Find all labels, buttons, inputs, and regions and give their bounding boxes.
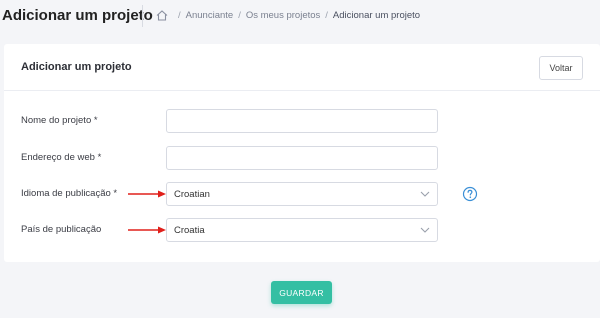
card-header: Adicionar um projeto Voltar [4,44,600,91]
web-address-row: Endereço de web * [4,146,600,170]
header-divider [142,5,143,27]
page-title: Adicionar um projeto [2,7,153,24]
publication-country-label: País de publicação [21,224,102,235]
web-address-label: Endereço de web * [21,152,102,163]
breadcrumb-anunciante[interactable]: Anunciante [186,10,234,21]
chevron-down-icon [420,191,430,197]
breadcrumb-my-projects[interactable]: Os meus projetos [246,10,320,21]
question-circle-icon[interactable] [462,186,478,202]
home-icon[interactable] [156,10,168,21]
publication-language-select[interactable]: Croatian [166,182,438,206]
publication-country-row: País de publicação Croatia [4,218,600,242]
back-button[interactable]: Voltar [539,56,583,80]
breadcrumb: / Anunciante / Os meus projetos / Adicio… [156,10,420,21]
breadcrumb-separator: / [238,10,241,21]
annotation-arrow-icon [127,189,167,199]
chevron-down-icon [420,227,430,233]
breadcrumb-current: Adicionar um projeto [332,10,421,21]
breadcrumb-separator: / [178,10,181,21]
publication-language-value: Croatian [174,188,210,200]
card-title: Adicionar um projeto [21,61,132,73]
save-button[interactable]: GUARDAR [271,281,332,304]
web-address-input[interactable] [166,146,438,170]
project-form-card: Adicionar um projeto Voltar Nome do proj… [4,44,600,262]
publication-language-row: Idioma de publicação * Croatian [4,182,600,206]
project-name-label: Nome do projeto * [21,115,98,126]
annotation-arrow-icon [127,225,167,235]
top-bar: Adicionar um projeto / Anunciante / Os m… [0,0,600,34]
publication-country-select[interactable]: Croatia [166,218,438,242]
project-name-input[interactable] [166,109,438,133]
project-name-row: Nome do projeto * [4,109,600,133]
publication-language-label: Idioma de publicação * [21,188,118,199]
publication-country-value: Croatia [174,224,205,236]
breadcrumb-separator: / [325,10,328,21]
